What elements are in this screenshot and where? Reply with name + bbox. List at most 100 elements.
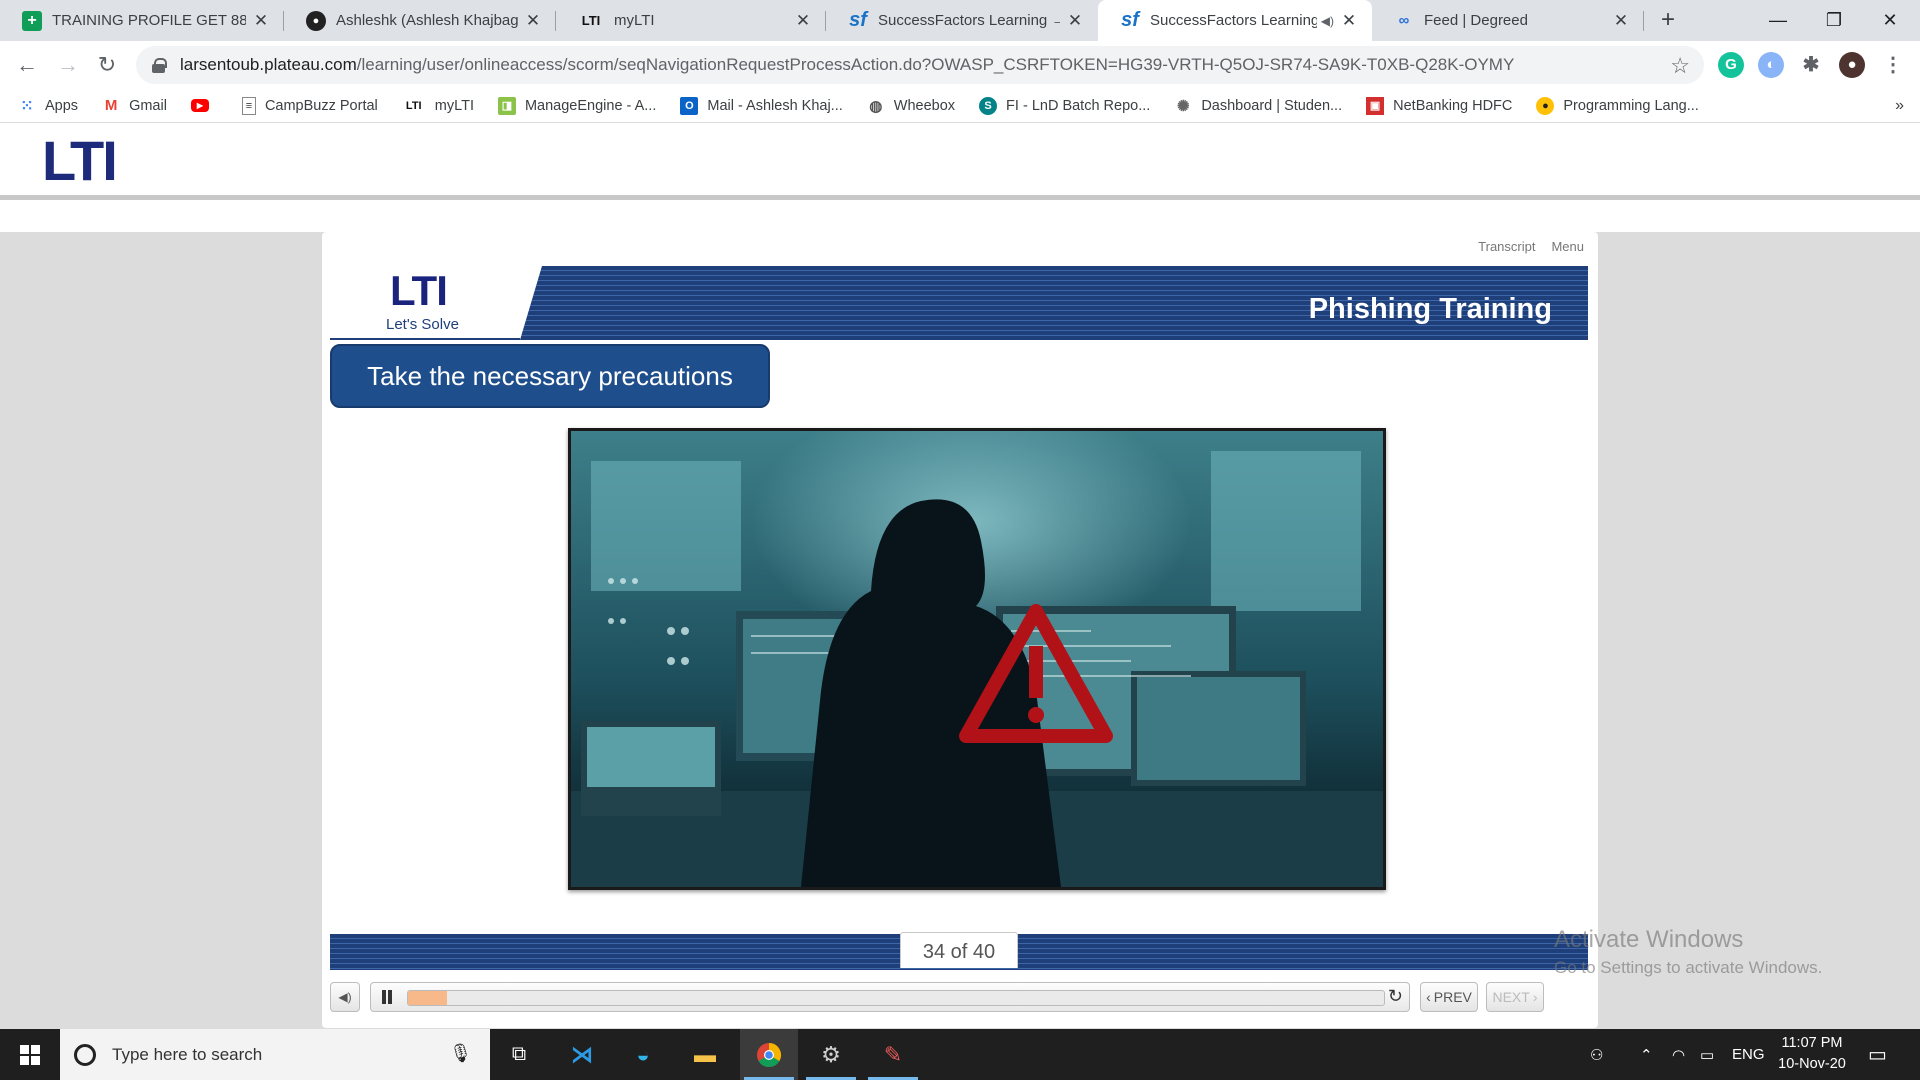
pause-icon[interactable] bbox=[381, 990, 393, 1004]
people-icon[interactable]: ⚇ bbox=[1590, 1029, 1603, 1080]
bookmark-item[interactable]: M Gmail bbox=[102, 97, 167, 115]
file-explorer-icon[interactable]: ▬ bbox=[676, 1029, 734, 1080]
bookmark-item[interactable]: ⁙ Apps bbox=[18, 97, 78, 115]
progress-fill bbox=[408, 991, 448, 1005]
start-button[interactable] bbox=[0, 1029, 60, 1080]
bookmark-item[interactable]: ◍ Wheebox bbox=[867, 97, 955, 115]
bookmarks-bar: ⁙ Apps M Gmail ▶ ≡ CampBuzz Portal LTI myLTI… bbox=[0, 89, 1920, 123]
chevron-left-icon: ‹ bbox=[1426, 989, 1431, 1005]
show-hidden-icons-chevron[interactable]: ⌃ bbox=[1640, 1029, 1653, 1080]
minimize-button[interactable]: — bbox=[1750, 0, 1806, 41]
site-header: LTI bbox=[0, 123, 1920, 200]
transcript-link[interactable]: Transcript bbox=[1478, 239, 1535, 254]
close-tab-icon[interactable]: ✕ bbox=[1066, 11, 1084, 31]
cortana-icon bbox=[74, 1043, 96, 1066]
globe-icon: ◍ bbox=[869, 97, 883, 115]
next-button[interactable]: NEXT › bbox=[1486, 982, 1544, 1012]
course-logo: LTI bbox=[390, 267, 448, 314]
playback-controls: ◀) ↻ ‹ PREV NEXT › bbox=[330, 982, 1588, 1014]
restore-button[interactable]: ❐ bbox=[1806, 0, 1862, 41]
browser-tab-active[interactable]: sf SuccessFactors Learning ◀) ✕ bbox=[1098, 0, 1372, 41]
sharepoint-icon: S bbox=[979, 96, 998, 115]
more-bookmarks-chevron-icon[interactable]: » bbox=[1895, 97, 1904, 115]
volume-button[interactable]: ◀) bbox=[330, 982, 360, 1012]
close-tab-icon[interactable]: ✕ bbox=[1612, 11, 1630, 31]
grammarly-icon[interactable]: G bbox=[1718, 52, 1744, 78]
replay-icon[interactable]: ↻ bbox=[1388, 986, 1403, 1007]
browser-toolbar: ← → ↻ larsentoub.plateau.com/learning/us… bbox=[0, 41, 1920, 89]
bookmark-item[interactable]: ◨ ManageEngine - A... bbox=[497, 96, 656, 115]
progress-track[interactable] bbox=[407, 990, 1385, 1006]
close-window-button[interactable]: ✕ bbox=[1862, 0, 1918, 41]
close-tab-icon[interactable]: ✕ bbox=[794, 11, 812, 31]
battery-icon[interactable]: ▭ bbox=[1700, 1029, 1714, 1080]
sheets-icon: + bbox=[22, 10, 42, 31]
successfactors-icon: sf bbox=[1121, 9, 1139, 31]
address-bar[interactable]: larsentoub.plateau.com/learning/user/onl… bbox=[136, 46, 1704, 84]
new-tab-button[interactable]: + bbox=[1655, 8, 1681, 34]
notifications-icon[interactable]: ▭ bbox=[1868, 1029, 1887, 1080]
browser-tab[interactable]: sf SuccessFactors Learning → Le ✕ bbox=[826, 0, 1098, 41]
bookmark-item[interactable]: ✺ Dashboard | Studen... bbox=[1174, 97, 1342, 115]
doc-icon: ≡ bbox=[241, 96, 256, 115]
edge-icon[interactable]: ◒ bbox=[614, 1029, 672, 1080]
browser-tab[interactable]: ● Ashleshk (Ashlesh Khajbage) ✕ bbox=[284, 0, 556, 41]
chevron-right-icon: › bbox=[1532, 989, 1538, 1005]
paint-app-icon[interactable]: ✎ bbox=[864, 1029, 922, 1080]
page-band bbox=[0, 200, 1920, 232]
bookmark-item[interactable]: LTI myLTI bbox=[402, 97, 474, 115]
vscode-icon[interactable]: ⋊ bbox=[553, 1029, 611, 1080]
browser-tab[interactable]: ∞ Feed | Degreed ✕ bbox=[1372, 0, 1644, 41]
close-tab-icon[interactable]: ✕ bbox=[1340, 11, 1358, 31]
bookmark-item[interactable]: ● Programming Lang... bbox=[1536, 96, 1699, 115]
windows-taskbar: Type here to search 🎙 ⧉ ⋊ ◒ ▬ ⚙ ✎ ⚇ ⌃ ◠ … bbox=[0, 1029, 1920, 1080]
slide-image bbox=[568, 428, 1386, 890]
close-tab-icon[interactable]: ✕ bbox=[524, 11, 542, 31]
youtube-icon: ▶ bbox=[190, 99, 209, 112]
microphone-icon[interactable]: 🎙 bbox=[449, 1043, 472, 1064]
browser-tab[interactable]: + TRAINING PROFILE GET 881 - ✕ bbox=[0, 0, 284, 41]
back-icon[interactable]: ← bbox=[14, 52, 40, 78]
windows-logo-icon bbox=[20, 1044, 40, 1065]
course-player: Transcript Menu LTI Let's Solve Phishing… bbox=[322, 232, 1598, 1028]
task-view-icon[interactable]: ⧉ bbox=[490, 1029, 548, 1080]
course-slogan: Let's Solve bbox=[386, 316, 459, 333]
language-indicator[interactable]: ENG bbox=[1732, 1029, 1765, 1080]
forward-icon[interactable]: → bbox=[55, 52, 81, 78]
site-logo[interactable]: LTI bbox=[42, 133, 118, 189]
close-tab-icon[interactable]: ✕ bbox=[252, 11, 270, 31]
settings-gear-app-icon[interactable]: ⚙ bbox=[802, 1029, 860, 1080]
lock-icon[interactable] bbox=[152, 57, 167, 73]
speaker-icon: ◀) bbox=[338, 990, 352, 1004]
bookmark-item[interactable]: O Mail - Ashlesh Khaj... bbox=[680, 96, 843, 115]
activate-windows-watermark: Activate Windows Go to Settings to activ… bbox=[1554, 926, 1823, 977]
bookmark-item[interactable]: ≡ CampBuzz Portal bbox=[241, 96, 378, 115]
browser-tab[interactable]: LTI myLTI ✕ bbox=[556, 0, 826, 41]
clock[interactable]: 11:07 PM 10-Nov-20 bbox=[1762, 1033, 1862, 1075]
chrome-menu-icon[interactable]: ⋮ bbox=[1880, 52, 1906, 78]
seek-bar[interactable]: ↻ bbox=[370, 982, 1410, 1012]
reload-icon[interactable]: ↻ bbox=[94, 52, 120, 78]
bookmark-item[interactable]: ▶ bbox=[190, 99, 218, 112]
page-counter: 34 of 40 bbox=[900, 932, 1018, 968]
bookmark-item[interactable]: S FI - LnD Batch Repo... bbox=[979, 96, 1150, 115]
lti-icon: LTI bbox=[581, 13, 601, 28]
url-path: /learning/user/onlineaccess/scorm/seqNav… bbox=[356, 55, 1515, 74]
successfactors-icon: sf bbox=[849, 9, 867, 31]
extensions-puzzle-icon[interactable]: ✱ bbox=[1798, 52, 1824, 78]
prev-button[interactable]: ‹ PREV bbox=[1420, 982, 1478, 1012]
bookmark-item[interactable]: ▣ NetBanking HDFC bbox=[1366, 96, 1512, 115]
outlook-icon: O bbox=[680, 96, 699, 115]
manageengine-icon: ◨ bbox=[497, 96, 516, 115]
wifi-icon[interactable]: ◠ bbox=[1672, 1029, 1685, 1080]
bookmark-star-icon[interactable]: ☆ bbox=[1670, 53, 1690, 79]
course-banner: LTI Let's Solve Phishing Training bbox=[330, 266, 1588, 340]
extension-icon[interactable]: ◐ bbox=[1758, 52, 1784, 78]
profile-avatar[interactable]: ● bbox=[1839, 52, 1865, 78]
degreed-icon: ∞ bbox=[1398, 12, 1410, 29]
menu-link[interactable]: Menu bbox=[1551, 239, 1584, 254]
taskbar-search[interactable]: Type here to search 🎙 bbox=[60, 1029, 490, 1080]
chrome-icon[interactable] bbox=[740, 1029, 798, 1080]
programming-icon: ● bbox=[1536, 96, 1555, 115]
speaker-icon[interactable]: ◀) bbox=[1321, 14, 1334, 28]
